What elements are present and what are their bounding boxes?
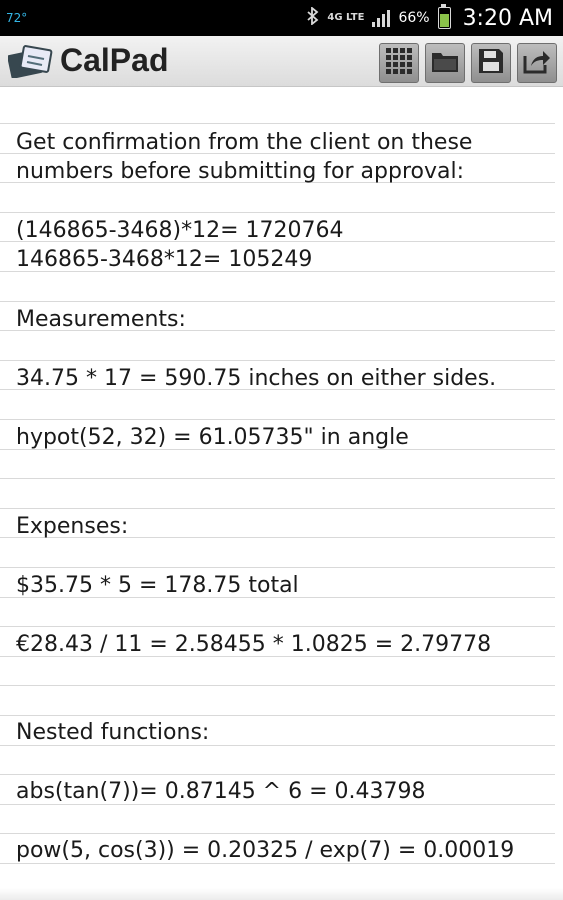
note-line: pow(5, cos(3)) = 0.20325 / exp(7) = 0.00… bbox=[16, 838, 515, 863]
note-line: Nested functions: bbox=[16, 720, 210, 745]
save-button[interactable] bbox=[471, 43, 511, 83]
battery-icon bbox=[437, 4, 451, 29]
ruled-line bbox=[0, 804, 555, 805]
note-line: Expenses: bbox=[16, 514, 129, 539]
note-line: Get confirmation from the client on thes… bbox=[16, 130, 473, 155]
signal-strength-icon bbox=[372, 9, 391, 27]
clock: 3:20 AM bbox=[462, 5, 553, 31]
app-bar: CalPad bbox=[0, 36, 563, 87]
status-icons: 4G LTE 66% 3:20 AM bbox=[307, 0, 553, 36]
temperature-indicator: 72° bbox=[6, 11, 28, 25]
note-line: hypot(52, 32) = 61.05735" in angle bbox=[16, 425, 409, 450]
open-folder-button[interactable] bbox=[425, 43, 465, 83]
share-arrow-icon bbox=[523, 48, 551, 78]
ruled-line bbox=[0, 508, 555, 509]
floppy-disk-icon bbox=[478, 48, 504, 78]
note-line: Measurements: bbox=[16, 307, 186, 332]
bluetooth-icon bbox=[307, 6, 319, 29]
ruled-line bbox=[0, 360, 555, 361]
ruled-line bbox=[0, 863, 555, 864]
ruled-line bbox=[0, 301, 555, 302]
calculator-keypad-button[interactable] bbox=[379, 43, 419, 83]
app-title: CalPad bbox=[60, 42, 169, 78]
network-type-label: 4G LTE bbox=[327, 12, 365, 23]
note-line: abs(tan(7))= 0.87145 ^ 6 = 0.43798 bbox=[16, 779, 426, 804]
ruled-line bbox=[0, 478, 555, 479]
note-line: numbers before submitting for approval: bbox=[16, 159, 464, 184]
folder-icon bbox=[431, 49, 459, 77]
battery-percent: 66% bbox=[398, 10, 430, 26]
ruled-line bbox=[0, 626, 555, 627]
battery-level-fill bbox=[439, 13, 449, 27]
bottom-shadow bbox=[0, 888, 563, 900]
ruled-line bbox=[0, 419, 555, 420]
note-editor[interactable]: Get confirmation from the client on thes… bbox=[0, 87, 563, 900]
share-button[interactable] bbox=[517, 43, 557, 83]
ruled-line bbox=[0, 212, 555, 213]
ruled-line bbox=[0, 833, 555, 834]
note-line: 146865-3468*12= 105249 bbox=[16, 247, 313, 272]
keypad-grid-icon bbox=[385, 47, 413, 79]
toolbar bbox=[379, 43, 557, 83]
note-line: $35.75 * 5 = 178.75 total bbox=[16, 573, 299, 598]
ruled-line bbox=[0, 123, 555, 124]
note-line: 34.75 * 17 = 590.75 inches on either sid… bbox=[16, 366, 497, 391]
ruled-line bbox=[0, 745, 555, 746]
ruled-line bbox=[0, 685, 555, 686]
calpad-logo-icon bbox=[7, 44, 54, 79]
note-line: €28.43 / 11 = 2.58455 * 1.0825 = 2.79778 bbox=[16, 632, 492, 657]
note-line: (146865-3468)*12= 1720764 bbox=[16, 218, 344, 243]
ruled-line bbox=[0, 567, 555, 568]
status-bar: 72° 4G LTE 66% 3:20 AM bbox=[0, 0, 563, 36]
ruled-line bbox=[0, 715, 555, 716]
ruled-line bbox=[0, 774, 555, 775]
